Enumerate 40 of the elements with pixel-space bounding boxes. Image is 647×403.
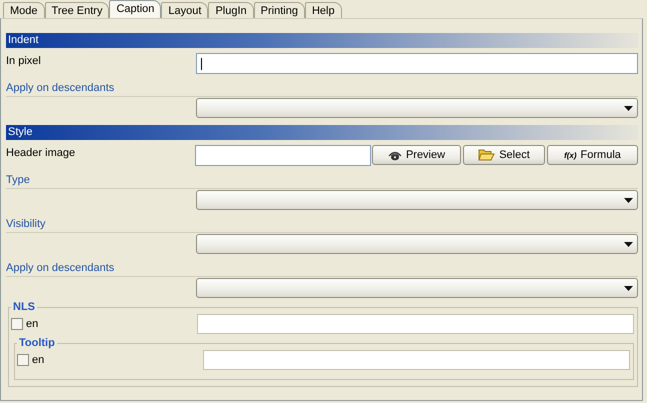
dropdown-arrow-icon (624, 198, 633, 203)
group-label: Visibility (6, 218, 46, 230)
field-label: Header image (6, 146, 76, 159)
dropdown-arrow-icon (624, 286, 633, 291)
tab[interactable]: Help (304, 2, 342, 18)
dropdown[interactable] (196, 98, 638, 118)
toolbar-button[interactable]: f(x) Formula (547, 145, 638, 165)
dropdown[interactable] (196, 190, 638, 210)
group-legend: Tooltip (17, 337, 57, 349)
input-field[interactable] (197, 314, 634, 334)
tab[interactable]: Tree Entry (44, 2, 110, 18)
tab[interactable]: Caption (109, 0, 162, 18)
dropdown[interactable] (196, 234, 638, 254)
group-label: Type (6, 174, 30, 186)
checkbox[interactable] (11, 318, 23, 330)
section-header: Indent (6, 33, 638, 48)
dropdown-arrow-icon (624, 242, 633, 247)
field-label: In pixel (6, 54, 42, 67)
group-legend: NLS (11, 301, 37, 313)
text-caret (201, 58, 202, 70)
checkbox[interactable] (17, 354, 29, 366)
eye-icon (388, 150, 402, 160)
toolbar-button[interactable]: Select (463, 145, 545, 165)
input-field[interactable] (196, 53, 638, 74)
checkbox-label: en (26, 318, 40, 330)
input-field[interactable] (203, 350, 630, 370)
toolbar-button[interactable]: Preview (372, 145, 461, 165)
group-label: Apply on descendants (6, 82, 114, 94)
dropdown[interactable] (196, 278, 638, 298)
checkbox-label: en (32, 354, 46, 366)
tab[interactable]: Layout (161, 2, 208, 18)
tab[interactable]: Printing (254, 2, 305, 18)
section-header: Style (6, 125, 638, 140)
input-field[interactable] (195, 145, 371, 166)
function-icon: f(x) (564, 150, 577, 160)
group-label: Apply on descendants (6, 262, 114, 274)
tab[interactable]: PlugIn (208, 2, 254, 18)
dropdown-arrow-icon (624, 106, 633, 111)
tab[interactable]: Mode (3, 2, 45, 18)
folder-icon (478, 149, 496, 161)
